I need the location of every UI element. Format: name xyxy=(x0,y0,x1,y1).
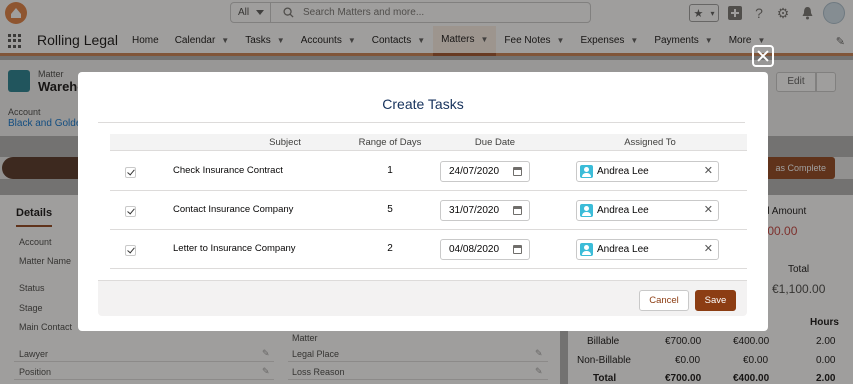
due-date-input[interactable]: 24/07/2020 xyxy=(440,161,530,182)
task-subject: Check Insurance Contract xyxy=(173,165,283,176)
table-row: Letter to Insurance Company 2 04/08/2020… xyxy=(110,230,747,269)
user-icon xyxy=(580,204,593,217)
column-header-assigned-to: Assigned To xyxy=(624,137,676,148)
user-icon xyxy=(580,165,593,178)
task-select-checkbox[interactable] xyxy=(125,206,136,217)
table-row: Contact Insurance Company 5 31/07/2020 A… xyxy=(110,191,747,230)
assigned-to-lookup[interactable]: Andrea Lee ✕ xyxy=(576,239,719,260)
calendar-icon[interactable] xyxy=(513,245,522,254)
column-header-range-of-days: Range of Days xyxy=(358,137,422,148)
task-select-checkbox[interactable] xyxy=(125,167,136,178)
task-range-of-days: 2 xyxy=(387,243,393,254)
due-date-value: 24/07/2020 xyxy=(449,166,500,177)
due-date-input[interactable]: 04/08/2020 xyxy=(440,239,530,260)
modal-footer: Cancel Save xyxy=(98,280,747,316)
save-button[interactable]: Save xyxy=(695,290,736,311)
due-date-value: 31/07/2020 xyxy=(449,205,500,216)
calendar-icon[interactable] xyxy=(513,167,522,176)
due-date-value: 04/08/2020 xyxy=(449,244,500,255)
column-header-subject: Subject xyxy=(269,137,301,148)
create-tasks-modal: Create Tasks Subject Range of Days Due D… xyxy=(78,72,768,331)
cancel-button[interactable]: Cancel xyxy=(639,290,689,311)
due-date-input[interactable]: 31/07/2020 xyxy=(440,200,530,221)
table-row: Check Insurance Contract 1 24/07/2020 An… xyxy=(110,152,747,191)
clear-selection-icon[interactable]: ✕ xyxy=(704,240,713,259)
task-subject: Contact Insurance Company xyxy=(173,204,294,215)
modal-divider xyxy=(98,122,745,123)
clear-selection-icon[interactable]: ✕ xyxy=(704,162,713,181)
user-icon xyxy=(580,243,593,256)
task-select-checkbox[interactable] xyxy=(125,245,136,256)
task-subject: Letter to Insurance Company xyxy=(173,243,296,254)
assigned-to-value: Andrea Lee xyxy=(597,244,649,255)
task-range-of-days: 1 xyxy=(387,165,393,176)
calendar-icon[interactable] xyxy=(513,206,522,215)
assigned-to-value: Andrea Lee xyxy=(597,205,649,216)
modal-title: Create Tasks xyxy=(382,96,464,112)
assigned-to-lookup[interactable]: Andrea Lee ✕ xyxy=(576,200,719,221)
clear-selection-icon[interactable]: ✕ xyxy=(704,201,713,220)
table-header: Subject Range of Days Due Date Assigned … xyxy=(110,134,747,151)
close-icon[interactable] xyxy=(752,45,774,67)
assigned-to-lookup[interactable]: Andrea Lee ✕ xyxy=(576,161,719,182)
assigned-to-value: Andrea Lee xyxy=(597,166,649,177)
task-range-of-days: 5 xyxy=(387,204,393,215)
column-header-due-date: Due Date xyxy=(474,137,516,148)
